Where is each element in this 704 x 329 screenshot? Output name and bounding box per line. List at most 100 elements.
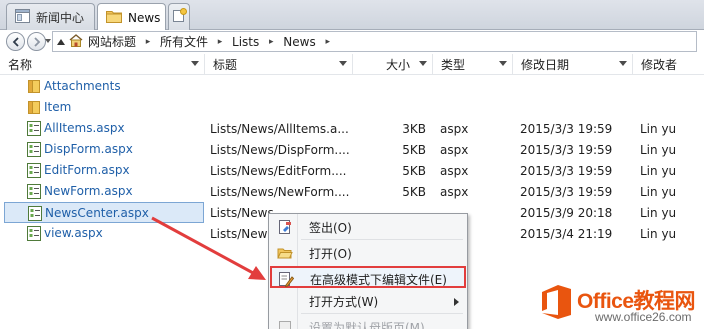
filter-dropdown-icon[interactable] (619, 61, 627, 66)
filter-dropdown-icon[interactable] (499, 61, 507, 66)
file-size: 3KB (402, 121, 426, 136)
aspx-file-icon (27, 142, 41, 160)
table-row[interactable]: AllItems.aspx Lists/News/AllItems.a... 3… (0, 118, 704, 139)
file-name-cell[interactable]: Attachments (4, 76, 204, 97)
file-title: Lists/News/EditForm.... (210, 163, 347, 178)
file-name: DispForm.aspx (44, 142, 133, 156)
history-dropdown-icon[interactable] (45, 39, 51, 43)
file-modified-date: 2015/3/3 19:59 (520, 184, 613, 199)
file-title: Lists/News/AllItems.a... (210, 121, 349, 136)
file-name: NewForm.aspx (44, 184, 133, 198)
folder-icon (27, 100, 41, 117)
menu-item-label: 打开方式(W) (309, 295, 379, 309)
file-name-cell[interactable]: view.aspx (4, 223, 204, 244)
table-row[interactable]: NewForm.aspx Lists/News/NewForm.... 5KB … (0, 181, 704, 202)
file-title: Lists/News/NewForm.... (210, 184, 350, 199)
table-row[interactable]: Item (0, 97, 704, 118)
file-name-cell[interactable]: EditForm.aspx (4, 160, 204, 181)
folder-icon (106, 10, 122, 26)
file-modified-by: Lin yu (640, 121, 677, 136)
table-row[interactable]: EditForm.aspx Lists/News/EditForm.... 5K… (0, 160, 704, 181)
menu-item-open-with[interactable]: 打开方式(W) (271, 290, 465, 312)
tab-news[interactable]: News (97, 3, 166, 31)
breadcrumb: 网站标题 ▸ 所有文件 ▸ Lists ▸ News ▸ (52, 31, 697, 52)
tab-label: 新闻中心 (36, 10, 85, 25)
column-header-title[interactable]: 标题 (205, 54, 353, 75)
back-button[interactable] (6, 32, 25, 51)
column-header-label: 标题 (213, 58, 238, 72)
file-type: aspx (440, 142, 469, 157)
site-icon (69, 33, 83, 50)
breadcrumb-all-files[interactable]: 所有文件 (157, 33, 211, 50)
up-arrow-icon[interactable] (57, 38, 65, 45)
file-title: Lists/News/DispForm.... (210, 142, 350, 157)
tab-label: News (128, 10, 161, 25)
file-modified-date: 2015/3/3 19:59 (520, 142, 613, 157)
aspx-file-icon (27, 121, 41, 139)
file-type: aspx (440, 121, 469, 136)
menu-separator (301, 239, 463, 240)
column-header-label: 大小 (385, 58, 410, 72)
aspx-file-icon (27, 184, 41, 202)
logo-url-text: www.office26.com (595, 310, 692, 324)
file-name: Attachments (44, 79, 121, 93)
column-header-type[interactable]: 类型 (433, 54, 513, 75)
file-name: EditForm.aspx (44, 163, 130, 177)
office-logo-icon (540, 284, 572, 320)
menu-item-open[interactable]: 打开(O) (271, 242, 465, 264)
column-header-label: 修改者 (641, 58, 678, 72)
file-modified-by: Lin yu (640, 184, 677, 199)
checkout-icon (277, 219, 293, 235)
breadcrumb-lists[interactable]: Lists (229, 35, 262, 49)
table-row[interactable]: DispForm.aspx Lists/News/DispForm.... 5K… (0, 139, 704, 160)
context-menu: 签出(O) 打开(O) 在高级模式下编辑文件(E) 打开方式(W) 设置为默认母… (268, 213, 468, 329)
file-modified-date: 2015/3/3 19:59 (520, 163, 613, 178)
edit-file-icon (278, 271, 295, 288)
breadcrumb-site[interactable]: 网站标题 (85, 33, 139, 50)
new-tab-icon (172, 8, 187, 26)
column-headers: 名称 标题 大小 类型 修改日期 修改者 (0, 54, 704, 75)
back-arrow-icon (12, 36, 19, 47)
master-page-icon (277, 319, 293, 329)
breadcrumb-news[interactable]: News (280, 35, 318, 49)
menu-item-check-out[interactable]: 签出(O) (271, 216, 465, 238)
file-name-cell[interactable]: NewForm.aspx (4, 181, 204, 202)
column-header-modified[interactable]: 修改日期 (513, 54, 633, 75)
breadcrumb-separator-icon: ▸ (325, 36, 330, 47)
file-type: aspx (440, 184, 469, 199)
file-modified-date: 2015/3/9 20:18 (520, 205, 613, 220)
menu-item-set-default-master: 设置为默认母版页(M) (271, 316, 465, 329)
file-name-cell[interactable]: DispForm.aspx (4, 139, 204, 160)
file-name: view.aspx (44, 226, 103, 240)
forward-arrow-icon (33, 36, 40, 47)
page-icon (15, 8, 30, 26)
menu-item-edit-advanced[interactable]: 在高级模式下编辑文件(E) (270, 266, 466, 288)
file-name: NewsCenter.aspx (45, 206, 149, 220)
file-name: Item (44, 100, 72, 114)
folder-icon (27, 79, 41, 96)
file-modified-by: Lin yu (640, 142, 677, 157)
file-modified-date: 2015/3/3 19:59 (520, 121, 613, 136)
forward-button[interactable] (27, 32, 46, 51)
filter-dropdown-icon[interactable] (339, 61, 347, 66)
column-header-modified-by[interactable]: 修改者 (633, 54, 704, 75)
breadcrumb-separator-icon: ▸ (145, 36, 151, 47)
aspx-file-icon (27, 163, 41, 181)
watermark-logo: Office教程网 www.office26.com (535, 284, 704, 329)
column-header-label: 名称 (8, 58, 33, 72)
tab-news-center[interactable]: 新闻中心 (6, 3, 95, 30)
new-tab-button[interactable] (168, 3, 190, 30)
file-name-cell[interactable]: AllItems.aspx (4, 118, 204, 139)
column-header-name[interactable]: 名称 (0, 54, 205, 75)
file-name-cell[interactable]: NewsCenter.aspx (4, 202, 204, 223)
breadcrumb-separator-icon: ▸ (217, 36, 223, 47)
table-row[interactable]: Attachments (0, 76, 704, 97)
filter-dropdown-icon[interactable] (419, 61, 427, 66)
address-bar: 网站标题 ▸ 所有文件 ▸ Lists ▸ News ▸ (0, 30, 704, 54)
file-size: 5KB (402, 142, 426, 157)
file-name-cell[interactable]: Item (4, 97, 204, 118)
menu-item-label: 在高级模式下编辑文件(E) (310, 273, 447, 287)
menu-item-label: 设置为默认母版页(M) (309, 321, 425, 329)
filter-dropdown-icon[interactable] (191, 61, 199, 66)
column-header-size[interactable]: 大小 (353, 54, 433, 75)
